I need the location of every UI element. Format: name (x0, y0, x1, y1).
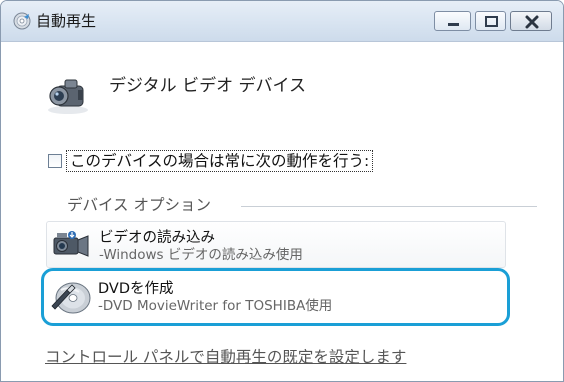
always-do-checkbox-label[interactable]: このデバイスの場合は常に次の動作を行う: (66, 150, 374, 172)
always-do-checkbox-row[interactable]: このデバイスの場合は常に次の動作を行う: (48, 150, 374, 172)
option-import-video[interactable]: ビデオの読み込み -Windows ビデオの読み込み使用 (46, 221, 506, 268)
option-create-dvd[interactable]: DVDを作成 -DVD MovieWriter for TOSHIBA使用 (46, 273, 506, 320)
camcorder-icon (45, 76, 91, 116)
autoplay-disc-icon (13, 12, 31, 30)
option-create-dvd-title: DVDを作成 (98, 281, 174, 297)
minimize-icon (448, 23, 459, 26)
minimize-button[interactable] (434, 11, 471, 31)
video-camera-icon (50, 225, 94, 265)
option-import-video-title: ビデオの読み込み (99, 230, 215, 246)
maximize-button[interactable] (475, 11, 506, 31)
autoplay-defaults-link[interactable]: コントロール パネルで自動再生の既定を設定します (45, 345, 406, 367)
window-title: 自動再生 (36, 12, 97, 30)
option-import-video-subtitle: -Windows ビデオの読み込み使用 (99, 247, 303, 263)
close-button[interactable] (510, 11, 552, 31)
always-do-checkbox[interactable] (48, 154, 62, 168)
maximize-icon (485, 16, 498, 27)
dvd-burn-icon (49, 276, 93, 316)
autoplay-window: 自動再生 デジタル ビデオ デバイス このデバイスの場合は常に次の動作を行う: … (0, 0, 564, 382)
device-options-label: デバイス オプション (67, 196, 211, 214)
option-create-dvd-subtitle: -DVD MovieWriter for TOSHIBA使用 (98, 298, 333, 314)
group-divider (241, 206, 537, 207)
close-icon (525, 15, 539, 29)
device-name: デジタル ビデオ デバイス (109, 76, 306, 96)
title-bar[interactable]: 自動再生 (1, 1, 563, 41)
